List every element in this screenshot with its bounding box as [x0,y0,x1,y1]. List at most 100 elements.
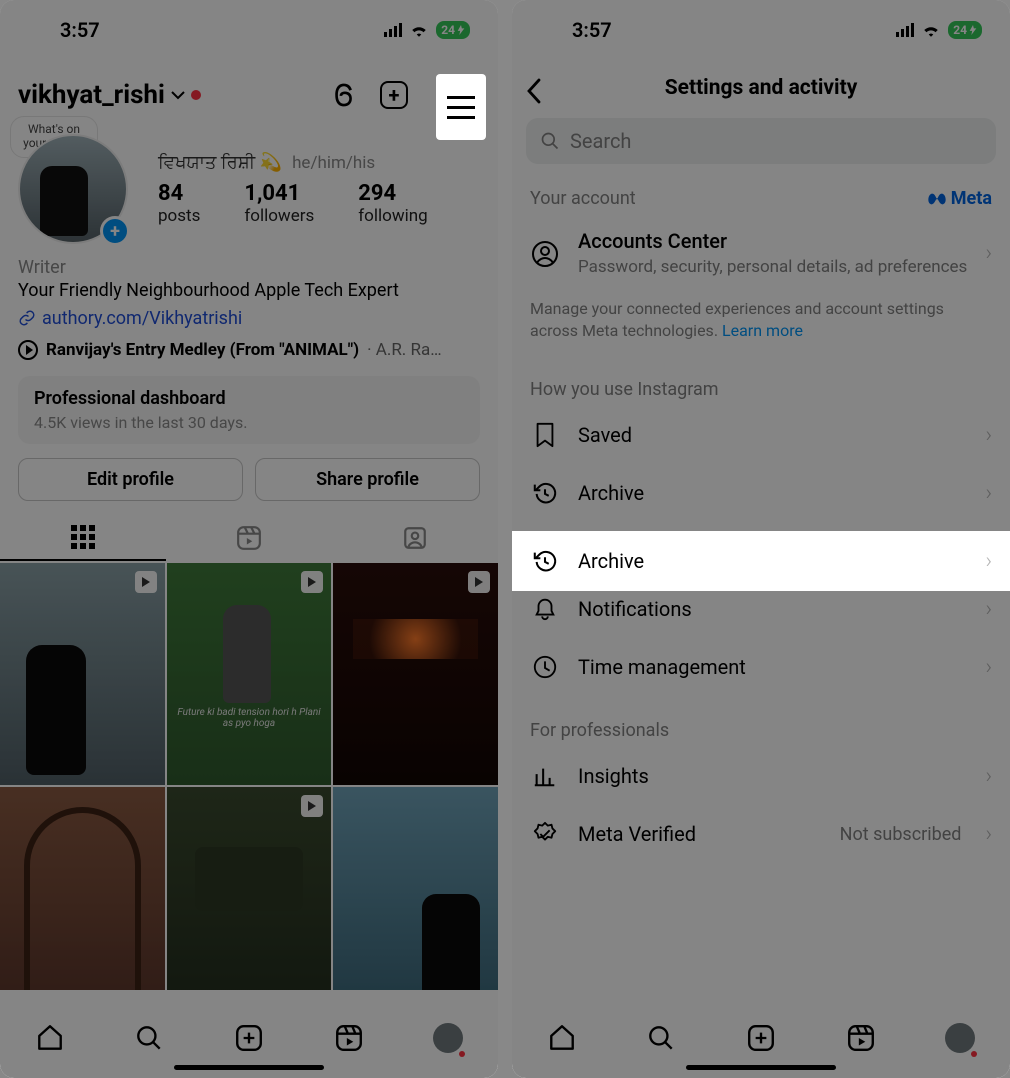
cellular-icon [384,23,402,37]
following-stat[interactable]: 294following [358,181,427,226]
profile-screen: 3:57 24 vikhyat_rishi + [0,0,498,1078]
username-button[interactable]: vikhyat_rishi [18,80,201,110]
share-profile-button[interactable]: Share profile [255,458,480,501]
grid-icon [71,525,95,549]
username: vikhyat_rishi [18,80,165,110]
reels-badge-icon [135,571,157,593]
home-icon [35,1023,65,1053]
chevron-right-icon: › [985,241,992,266]
nav-search[interactable] [645,1022,677,1054]
search-icon [646,1023,676,1053]
post-item[interactable] [0,563,165,785]
nav-reels[interactable] [333,1022,365,1054]
tagged-icon [402,525,428,551]
settings-screen: 3:57 24 Settings and activity Search You… [512,0,1010,1078]
section-for-pros: For professionals [530,720,669,741]
row-accounts-center[interactable]: Accounts Center Password, security, pers… [512,215,1010,292]
play-icon [18,340,38,360]
chevron-right-icon: › [985,655,992,680]
search-input[interactable]: Search [526,118,996,164]
chevron-right-icon: › [985,423,992,448]
archive-icon [530,478,560,508]
notification-dot-icon [191,90,201,100]
notification-dot-icon [971,1051,977,1057]
home-indicator [686,1065,836,1070]
tab-reels[interactable] [166,515,332,561]
reels-badge-icon [468,571,490,593]
posts-grid: Future ki badi tension hori h Plani as p… [0,563,498,1010]
reels-icon [846,1023,876,1053]
status-bar: 3:57 24 [0,0,498,60]
row-archive[interactable]: Archive› [512,464,1010,522]
reels-icon [236,525,262,551]
settings-header: Settings and activity [512,60,1010,110]
hamburger-menu-highlight[interactable] [436,74,486,140]
bio-link[interactable]: authory.com/Vikhyatrishi [18,307,480,330]
nav-profile[interactable] [432,1022,464,1054]
plus-square-icon [234,1023,264,1053]
notification-dot-icon [459,1051,465,1057]
search-icon [134,1023,164,1053]
clock: 3:57 [572,18,612,42]
archive-highlight[interactable]: Archive› [512,531,1010,591]
clock-icon [530,652,560,682]
row-insights[interactable]: Insights› [512,747,1010,805]
followers-stat[interactable]: 1,041followers [244,181,314,226]
search-placeholder: Search [570,129,631,153]
meta-verified-status: Not subscribed [840,824,962,845]
chart-icon [530,761,560,791]
nav-home[interactable] [546,1022,578,1054]
meta-logo: Meta [927,188,992,209]
avatar-icon [433,1023,463,1053]
bell-icon [530,594,560,624]
nav-reels[interactable] [845,1022,877,1054]
threads-icon[interactable] [330,81,358,109]
battery-icon: 24 [948,21,982,39]
learn-more-link[interactable]: Learn more [722,321,803,340]
back-button[interactable] [526,78,542,104]
tab-grid[interactable] [0,515,166,561]
create-icon[interactable]: + [380,81,408,109]
chevron-right-icon: › [985,597,992,622]
post-item[interactable] [333,787,498,1009]
section-your-account: Your account [530,188,636,209]
status-icons: 24 [384,21,470,39]
chevron-right-icon: › [985,822,992,847]
accounts-subtitle: Password, security, personal details, ad… [578,257,967,278]
archive-icon [530,546,560,576]
reels-icon [334,1023,364,1053]
edit-profile-button[interactable]: Edit profile [18,458,243,501]
bookmark-icon [530,420,560,450]
verified-icon [530,819,560,849]
user-circle-icon [530,239,560,269]
post-item[interactable] [167,787,332,1009]
meta-icon [927,192,947,206]
pronouns: he/him/his [292,153,375,173]
post-item[interactable]: Future ki badi tension hori h Plani as p… [167,563,332,785]
chevron-down-icon [171,90,185,100]
meta-caption: Manage your connected experiences and ac… [512,292,1010,355]
tab-tagged[interactable] [332,515,498,561]
post-item[interactable] [0,787,165,1009]
chevron-right-icon: › [985,764,992,789]
add-story-icon[interactable]: + [100,216,130,246]
nav-create[interactable] [745,1022,777,1054]
row-time-management[interactable]: Time management› [512,638,1010,696]
wifi-icon [410,23,428,37]
nav-home[interactable] [34,1022,66,1054]
nav-create[interactable] [233,1022,265,1054]
chevron-right-icon: › [985,549,992,574]
nav-search[interactable] [133,1022,165,1054]
wifi-icon [922,23,940,37]
row-saved[interactable]: Saved› [512,406,1010,464]
professional-dashboard-button[interactable]: Professional dashboard 4.5K views in the… [18,376,480,444]
row-meta-verified[interactable]: Meta Verified Not subscribed › [512,805,1010,863]
music-row[interactable]: Ranvijay's Entry Medley (From "ANIMAL") … [18,340,480,360]
post-item[interactable] [333,563,498,785]
home-indicator [174,1065,324,1070]
reels-badge-icon [301,571,323,593]
display-name: ਵਿਖਯਾਤ ਰਿਸ਼ੀ 💫 [158,152,282,173]
nav-profile[interactable] [944,1022,976,1054]
avatar-container[interactable]: What's on your playli… + [18,134,128,244]
posts-stat[interactable]: 84posts [158,181,200,226]
